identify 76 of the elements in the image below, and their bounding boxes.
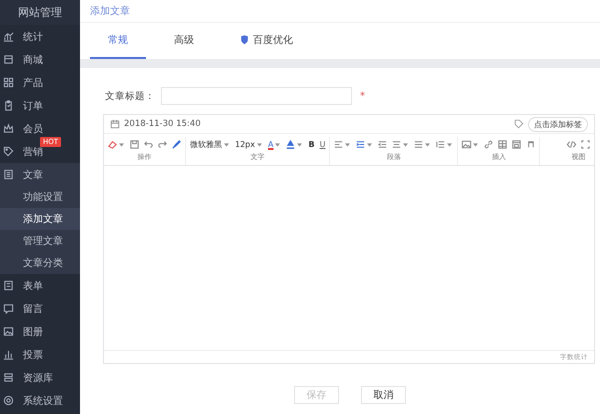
- caret-icon[interactable]: [224, 142, 229, 146]
- sidebar-item[interactable]: 会员: [0, 117, 80, 140]
- indent-icon[interactable]: [355, 139, 366, 150]
- field-label: 文章标题：: [105, 90, 155, 102]
- sidebar-subitem[interactable]: 功能设置: [0, 186, 80, 208]
- sidebar-item[interactable]: 系统设置: [0, 389, 80, 412]
- caret-icon[interactable]: [257, 142, 262, 146]
- save-icon[interactable]: [129, 139, 140, 150]
- sidebar-subitem[interactable]: 管理文章: [0, 230, 80, 252]
- bar-chart-icon: [3, 349, 14, 360]
- caret-icon[interactable]: [447, 142, 452, 146]
- align-justify-icon[interactable]: [413, 139, 424, 150]
- caret-icon[interactable]: [473, 142, 478, 146]
- sidebar-item[interactable]: 图册: [0, 320, 80, 343]
- sidebar-subitem[interactable]: 文章分类: [0, 252, 80, 274]
- fullscreen-icon[interactable]: [580, 139, 591, 150]
- undo-icon[interactable]: [143, 139, 154, 150]
- caret-icon[interactable]: [345, 142, 350, 146]
- editor-dropdown[interactable]: 微软雅黑: [189, 139, 223, 150]
- sidebar-item[interactable]: 资源库: [0, 366, 80, 389]
- shield-icon: [240, 35, 249, 45]
- sidebar-item[interactable]: 文章: [0, 163, 80, 186]
- brush-icon[interactable]: [171, 139, 182, 150]
- link-icon[interactable]: [483, 139, 494, 150]
- caret-icon[interactable]: [275, 142, 280, 146]
- caret-icon[interactable]: [403, 142, 408, 146]
- sidebar-item[interactable]: 投票: [0, 343, 80, 366]
- outdent-icon[interactable]: [377, 139, 388, 150]
- clipboard-icon: [3, 100, 14, 111]
- eraser-icon[interactable]: [107, 139, 118, 150]
- page-title: 添加文章: [90, 4, 130, 18]
- caret-icon[interactable]: [367, 142, 372, 146]
- sidebar-item[interactable]: 订单: [0, 94, 80, 117]
- align-center-icon[interactable]: [391, 139, 402, 150]
- list-icon[interactable]: [435, 139, 446, 150]
- store-icon: [3, 54, 14, 65]
- crown-icon: [3, 123, 14, 134]
- table-icon[interactable]: [497, 139, 508, 150]
- chart-icon: [3, 31, 14, 42]
- title-input[interactable]: [161, 87, 352, 105]
- message-icon: [3, 303, 14, 314]
- image-icon: [3, 326, 14, 337]
- embed-icon[interactable]: [511, 139, 522, 150]
- grid-icon: [3, 77, 14, 88]
- sidebar-item[interactable]: 产品: [0, 71, 80, 94]
- add-tag-button[interactable]: 点击添加标签: [528, 116, 588, 132]
- sidebar-item[interactable]: 留言: [0, 297, 80, 320]
- sidebar-title: 网站管理: [0, 0, 80, 25]
- tab[interactable]: 百度优化: [222, 23, 311, 59]
- caret-icon[interactable]: [119, 142, 124, 146]
- gear-icon: [3, 395, 14, 406]
- sidebar-item[interactable]: 表单: [0, 274, 80, 297]
- format-button[interactable]: B: [307, 140, 316, 149]
- editor-dropdown[interactable]: 12px: [234, 140, 256, 149]
- align-left-icon[interactable]: [333, 139, 344, 150]
- redo-icon[interactable]: [157, 139, 168, 150]
- form-icon: [3, 280, 14, 291]
- image-icon[interactable]: [461, 139, 472, 150]
- form-button[interactable]: 取消: [361, 386, 406, 404]
- tag-icon: [514, 119, 524, 129]
- tab[interactable]: 高级: [156, 23, 212, 59]
- tag-icon: [3, 146, 14, 157]
- code-icon[interactable]: [566, 139, 577, 150]
- format-button[interactable]: U: [318, 140, 326, 149]
- document-icon: [3, 169, 14, 180]
- database-icon: [3, 372, 14, 383]
- font-color-button[interactable]: A: [267, 140, 274, 149]
- date-text: 2018-11-30 15:40: [124, 119, 201, 129]
- required-mark: *: [360, 90, 365, 102]
- caret-icon[interactable]: [297, 142, 302, 146]
- calendar-icon: [110, 119, 120, 129]
- highlight-icon[interactable]: [285, 139, 296, 150]
- sidebar-item[interactable]: 统计: [0, 25, 80, 48]
- sidebar-subitem[interactable]: 添加文章: [0, 208, 80, 230]
- sidebar-item[interactable]: 商城: [0, 48, 80, 71]
- caret-icon[interactable]: [425, 142, 430, 146]
